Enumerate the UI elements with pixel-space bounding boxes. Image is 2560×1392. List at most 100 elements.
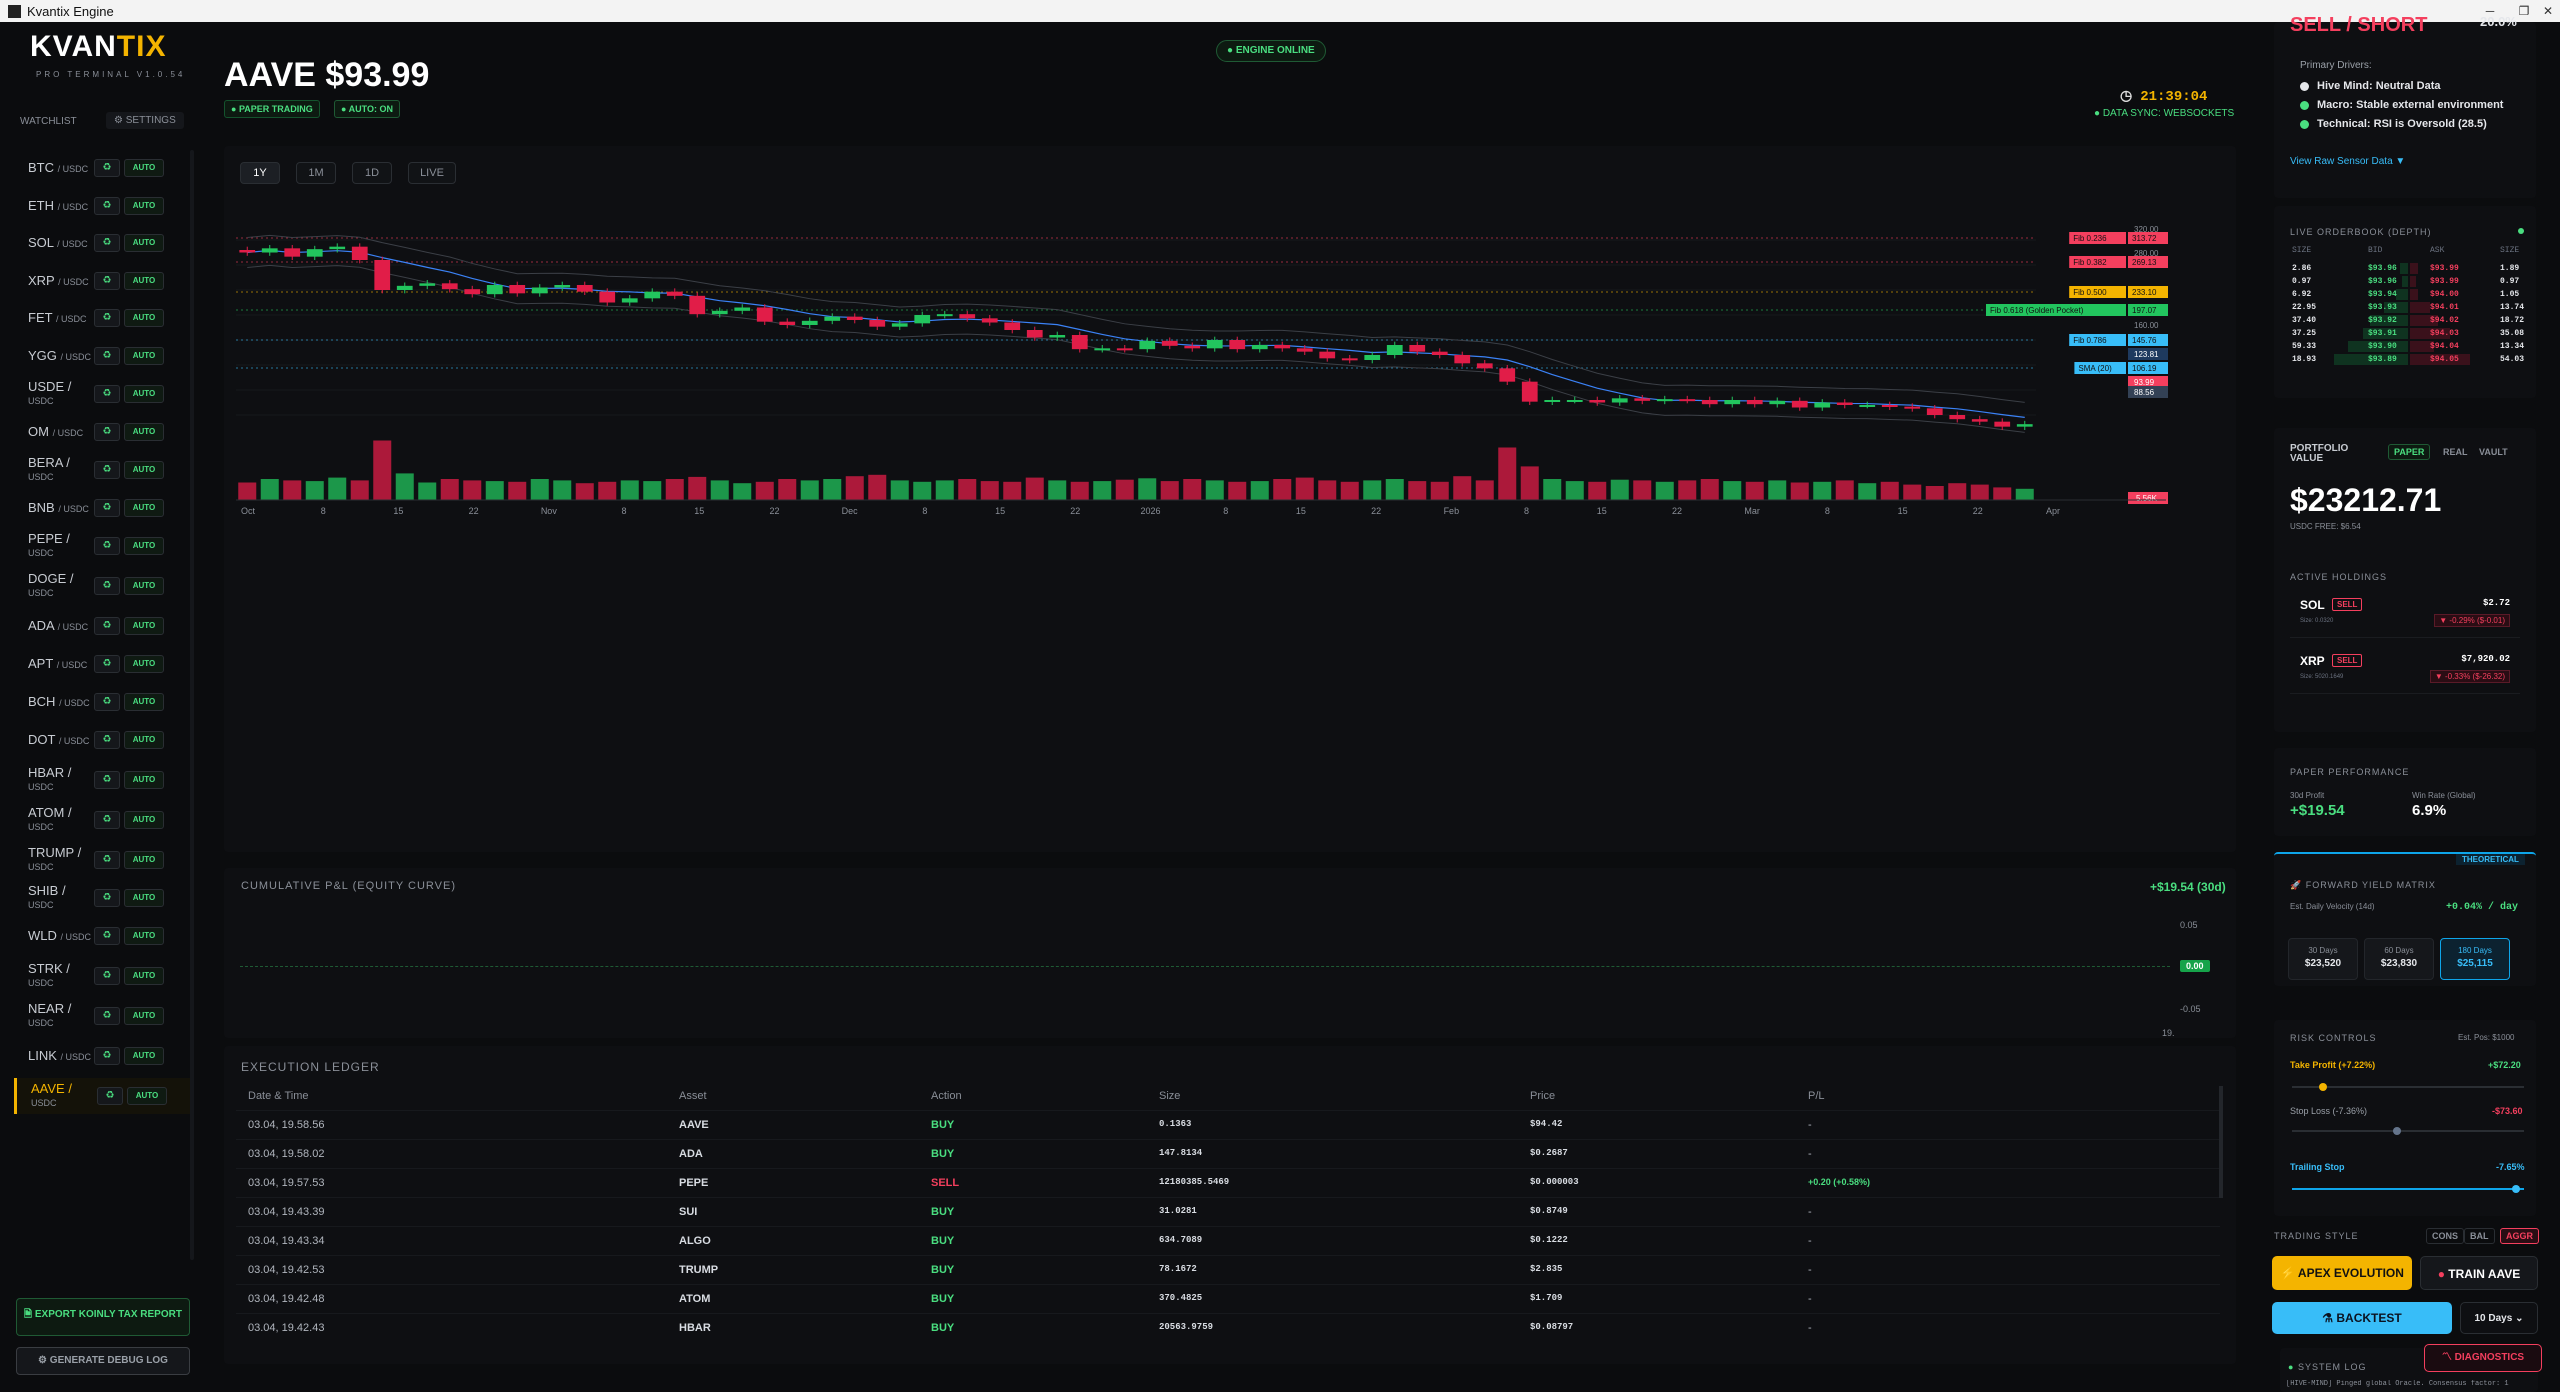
export-tax-report-button[interactable]: 🗎 EXPORT KOINLY TAX REPORT — [16, 1298, 190, 1336]
ledger-row[interactable]: 03.04, 19.58.02 ADA BUY 147.8134 $0.2687 - — [236, 1139, 2220, 1168]
watchlist-item[interactable]: DOGE / USDC ♻ AUTO — [14, 568, 190, 604]
recycle-icon[interactable]: ♻ — [94, 889, 120, 907]
forward-card[interactable]: 60 Days $23,830 — [2364, 938, 2434, 980]
auto-toggle[interactable]: AUTO — [124, 811, 164, 829]
take-profit-knob[interactable] — [2318, 1083, 2327, 1091]
recycle-icon[interactable]: ♻ — [94, 272, 120, 290]
recycle-icon[interactable]: ♻ — [94, 655, 120, 673]
recycle-icon[interactable]: ♻ — [94, 927, 120, 945]
mode-paper[interactable]: PAPER — [2388, 444, 2431, 460]
auto-toggle[interactable]: AUTO — [124, 537, 164, 555]
recycle-icon[interactable]: ♻ — [94, 499, 120, 517]
ledger-row[interactable]: 03.04, 19.58.56 AAVE BUY 0.1363 $94.42 - — [236, 1110, 2220, 1139]
watchlist-item[interactable]: ADA / USDC ♻ AUTO — [14, 608, 190, 644]
auto-toggle[interactable]: AUTO — [124, 1047, 164, 1065]
watchlist-item[interactable]: APT / USDC ♻ AUTO — [14, 646, 190, 682]
auto-toggle[interactable]: AUTO — [124, 693, 164, 711]
auto-toggle[interactable]: AUTO — [124, 655, 164, 673]
watchlist-item[interactable]: PEPE / USDC ♻ AUTO — [14, 528, 190, 564]
backtest-button[interactable]: ⚗ BACKTEST — [2272, 1302, 2452, 1334]
timeframe-live[interactable]: LIVE — [408, 162, 456, 184]
price-chart[interactable]: Fib 0.236 313.72 Fib 0.382 269.13 Fib 0.500 2… — [236, 210, 2236, 520]
days-select[interactable]: 10 Days ⌄ — [2460, 1302, 2538, 1334]
watchlist-item[interactable]: LINK / USDC ♻ AUTO — [14, 1038, 190, 1074]
holding-item[interactable]: XRP SELL Size: 5020.1649 $7,920.02 ▼ -0.33% … — [2290, 646, 2520, 694]
apex-evolution-button[interactable]: ⚡ APEX EVOLUTION — [2272, 1256, 2412, 1290]
auto-toggle[interactable]: AUTO — [124, 499, 164, 517]
auto-toggle[interactable]: AUTO — [124, 272, 164, 290]
watchlist-item[interactable]: BCH / USDC ♻ AUTO — [14, 684, 190, 720]
ledger-row[interactable]: 03.04, 19.57.53 PEPE SELL 12180385.5469 $0.0… — [236, 1168, 2220, 1197]
recycle-icon[interactable]: ♻ — [94, 693, 120, 711]
recycle-icon[interactable]: ♻ — [94, 731, 120, 749]
auto-toggle[interactable]: AUTO — [127, 1087, 167, 1105]
recycle-icon[interactable]: ♻ — [94, 423, 120, 441]
watchlist-item[interactable]: HBAR / USDC ♻ AUTO — [14, 762, 190, 798]
recycle-icon[interactable]: ♻ — [94, 385, 120, 403]
watchlist-item[interactable]: ETH / USDC ♻ AUTO — [14, 188, 190, 224]
watchlist-item[interactable]: NEAR / USDC ♻ AUTO — [14, 998, 190, 1034]
ledger-scrollbar[interactable] — [2219, 1086, 2223, 1198]
recycle-icon[interactable]: ♻ — [94, 309, 120, 327]
watchlist-item[interactable]: ATOM / USDC ♻ AUTO — [14, 802, 190, 838]
trailing-stop-slider[interactable] — [2292, 1185, 2524, 1193]
watchlist-item[interactable]: AAVE / USDC ♻ AUTO — [14, 1078, 190, 1114]
watchlist-item[interactable]: DOT / USDC ♻ AUTO — [14, 722, 190, 758]
watchlist-item[interactable]: SOL / USDC ♻ AUTO — [14, 225, 190, 261]
watchlist-item[interactable]: YGG / USDC ♻ AUTO — [14, 338, 190, 374]
recycle-icon[interactable]: ♻ — [94, 347, 120, 365]
recycle-icon[interactable]: ♻ — [94, 461, 120, 479]
timeframe-1m[interactable]: 1M — [296, 162, 336, 184]
watchlist-item[interactable]: BNB / USDC ♻ AUTO — [14, 490, 190, 526]
watchlist-item[interactable]: OM / USDC ♻ AUTO — [14, 414, 190, 450]
recycle-icon[interactable]: ♻ — [94, 537, 120, 555]
auto-toggle[interactable]: AUTO — [124, 617, 164, 635]
ledger-row[interactable]: 03.04, 19.43.34 ALGO BUY 634.7089 $0.1222 - — [236, 1226, 2220, 1255]
recycle-icon[interactable]: ♻ — [94, 197, 120, 215]
close-icon[interactable]: ✕ — [2526, 0, 2560, 22]
watchlist-item[interactable]: FET / USDC ♻ AUTO — [14, 300, 190, 336]
recycle-icon[interactable]: ♻ — [94, 771, 120, 789]
recycle-icon[interactable]: ♻ — [94, 1007, 120, 1025]
mode-real[interactable]: REAL — [2438, 445, 2473, 459]
auto-toggle[interactable]: AUTO — [124, 385, 164, 403]
auto-toggle[interactable]: AUTO — [124, 967, 164, 985]
ledger-row[interactable]: 03.04, 19.42.43 HBAR BUY 20563.9759 $0.08797… — [236, 1313, 2220, 1342]
recycle-icon[interactable]: ♻ — [97, 1087, 123, 1105]
ledger-row[interactable]: 03.04, 19.43.39 SUI BUY 31.0281 $0.8749 - — [236, 1197, 2220, 1226]
style-bal[interactable]: BAL — [2464, 1228, 2495, 1244]
recycle-icon[interactable]: ♻ — [94, 851, 120, 869]
settings-button[interactable]: ⚙ SETTINGS — [106, 112, 184, 129]
ledger-row[interactable]: 03.04, 19.42.53 TRUMP BUY 78.1672 $2.835 - — [236, 1255, 2220, 1284]
auto-toggle[interactable]: AUTO — [124, 159, 164, 177]
style-cons[interactable]: CONS — [2426, 1228, 2465, 1244]
recycle-icon[interactable]: ♻ — [94, 234, 120, 252]
auto-toggle[interactable]: AUTO — [124, 771, 164, 789]
auto-toggle[interactable]: AUTO — [124, 197, 164, 215]
timeframe-1y[interactable]: 1Y — [240, 162, 280, 184]
auto-toggle[interactable]: AUTO — [124, 423, 164, 441]
auto-toggle[interactable]: AUTO — [124, 347, 164, 365]
auto-toggle[interactable]: AUTO — [124, 234, 164, 252]
watchlist-item[interactable]: STRK / USDC ♻ AUTO — [14, 958, 190, 994]
recycle-icon[interactable]: ♻ — [94, 617, 120, 635]
stop-loss-knob[interactable] — [2392, 1127, 2401, 1135]
trailing-stop-knob[interactable] — [2511, 1185, 2520, 1193]
auto-toggle[interactable]: AUTO — [124, 1007, 164, 1025]
watchlist-item[interactable]: USDE / USDC ♻ AUTO — [14, 376, 190, 412]
timeframe-1d[interactable]: 1D — [352, 162, 392, 184]
style-aggr[interactable]: AGGR — [2500, 1228, 2539, 1244]
auto-toggle[interactable]: AUTO — [124, 927, 164, 945]
watchlist-item[interactable]: BERA / USDC ♻ AUTO — [14, 452, 190, 488]
auto-toggle[interactable]: AUTO — [124, 461, 164, 479]
forward-card[interactable]: 30 Days $23,520 — [2288, 938, 2358, 980]
auto-toggle[interactable]: AUTO — [124, 731, 164, 749]
forward-card[interactable]: 180 Days $25,115 — [2440, 938, 2510, 980]
watchlist-item[interactable]: TRUMP / USDC ♻ AUTO — [14, 842, 190, 878]
watchlist-scrollbar[interactable] — [190, 150, 194, 1260]
auto-toggle[interactable]: AUTO — [124, 577, 164, 595]
recycle-icon[interactable]: ♻ — [94, 811, 120, 829]
auto-badge[interactable]: ● AUTO: ON — [334, 100, 400, 118]
raw-sensor-link[interactable]: View Raw Sensor Data ▼ — [2290, 156, 2405, 167]
watchlist-item[interactable]: WLD / USDC ♻ AUTO — [14, 918, 190, 954]
